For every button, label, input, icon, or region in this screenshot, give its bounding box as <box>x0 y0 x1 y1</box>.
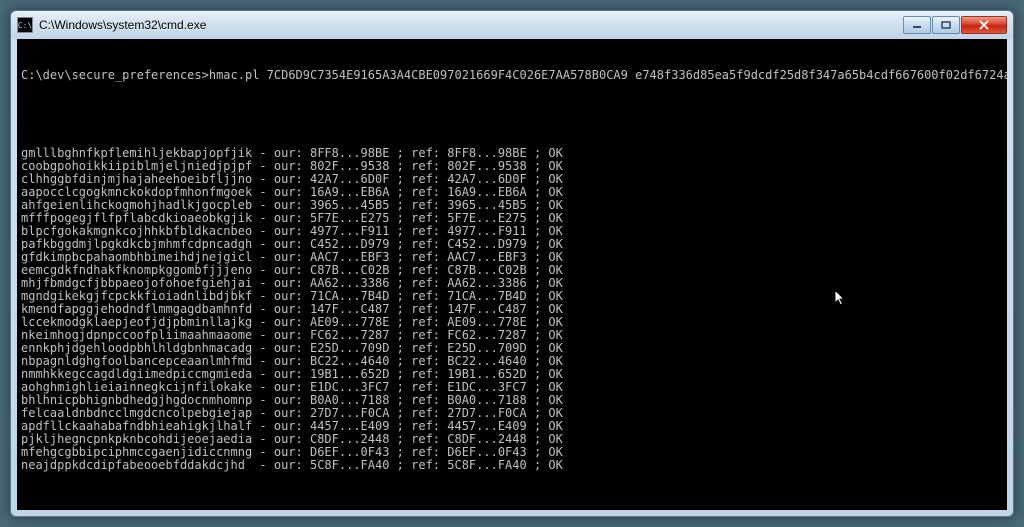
cmd-icon: C:\ <box>17 17 33 33</box>
terminal-output[interactable]: C:\dev\secure_preferences>hmac.pl 7CD6D9… <box>17 39 1007 510</box>
prompt: C:\dev\secure_preferences> <box>21 68 209 82</box>
close-button[interactable] <box>961 16 1007 34</box>
blank-line-2 <box>21 498 1003 510</box>
result-rows: gmlllbghnfkpflemihljekbapjopfjik - our: … <box>21 147 1003 472</box>
maximize-button[interactable] <box>932 16 960 34</box>
minimize-button[interactable] <box>903 16 931 34</box>
command-line: C:\dev\secure_preferences>hmac.pl 7CD6D9… <box>21 69 1003 82</box>
blank-line <box>21 108 1003 121</box>
titlebar[interactable]: C:\ C:\Windows\system32\cmd.exe <box>11 11 1013 39</box>
window-title: C:\Windows\system32\cmd.exe <box>39 18 903 32</box>
window-controls <box>903 16 1007 34</box>
command-text: hmac.pl 7CD6D9C7354E9165A3A4CBE097021669… <box>209 68 1007 82</box>
cmd-window: C:\ C:\Windows\system32\cmd.exe C:\dev\s… <box>10 10 1014 517</box>
result-row: neajdppkdcdipfabeooebfddakdcjhd - our: 5… <box>21 459 1003 472</box>
